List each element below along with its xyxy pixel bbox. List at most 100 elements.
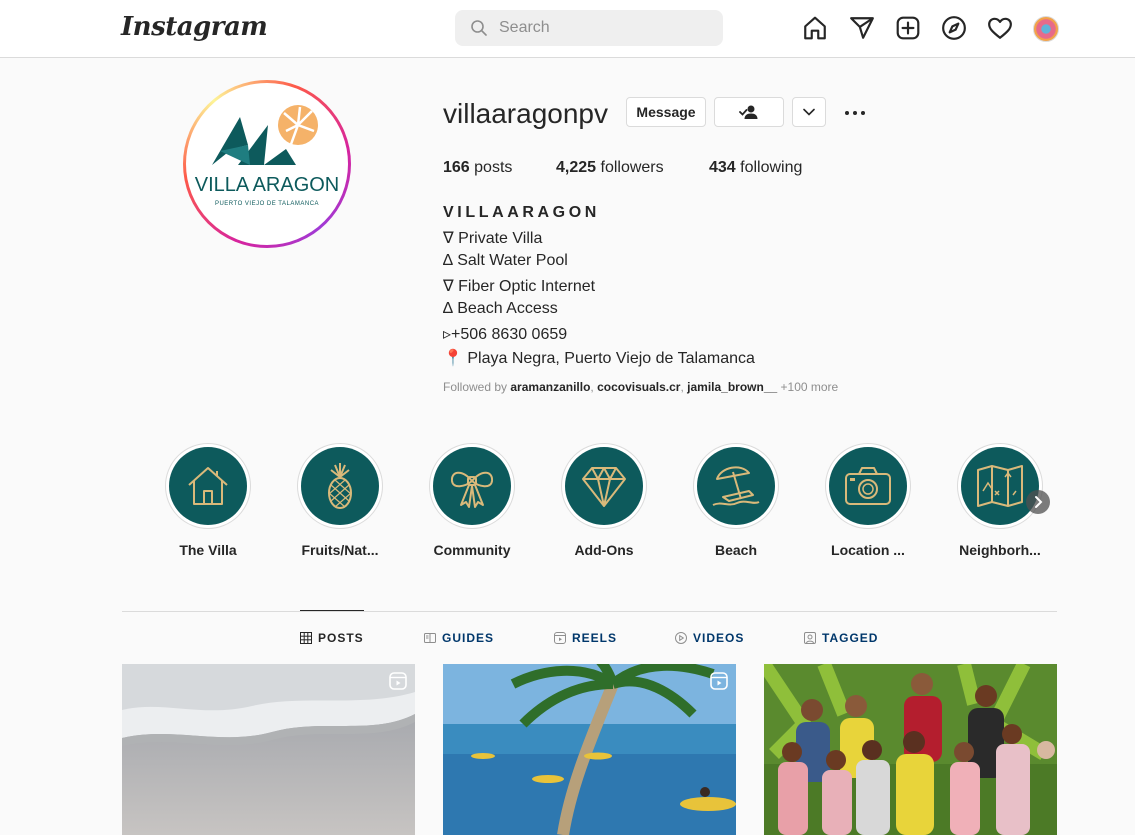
highlight-ring — [429, 443, 515, 529]
profile-picture[interactable]: VILLA ARAGON PUERTO VIEJO DE TALAMANCA — [186, 83, 348, 245]
message-button[interactable]: Message — [626, 97, 706, 127]
post-image-ocean-foam — [122, 664, 415, 835]
highlight-label: Beach — [714, 542, 758, 558]
profile-picture-ring: VILLA ARAGON PUERTO VIEJO DE TALAMANCA — [183, 80, 351, 248]
posts-count-stat: 166 posts — [443, 159, 512, 177]
highlight-ring — [957, 443, 1043, 529]
beach-umbrella-icon — [712, 466, 760, 506]
highlight-label: Neighborh... — [959, 542, 1041, 558]
tab-tagged[interactable]: TAGGED — [804, 630, 878, 646]
posts-label: posts — [469, 159, 513, 176]
bio-line: ▹+506 8630 0659 — [443, 326, 568, 343]
followed-by-more: +100 more — [777, 380, 839, 394]
activity-heart-icon[interactable] — [987, 15, 1013, 41]
highlight-cover — [565, 447, 643, 525]
post-thumbnail[interactable] — [443, 664, 736, 835]
bio-line: ∆ Beach Access — [443, 300, 558, 317]
search-input[interactable] — [499, 10, 709, 46]
following-label: following — [735, 159, 803, 176]
tab-label: VIDEOS — [693, 631, 745, 645]
highlight-cover — [829, 447, 907, 525]
highlight-fruits[interactable]: Fruits/Nat... — [296, 443, 384, 558]
post-thumbnail[interactable] — [122, 664, 415, 835]
following-count: 434 — [709, 159, 736, 176]
reels-icon — [554, 632, 566, 644]
following-stat[interactable]: 434 following — [709, 159, 802, 177]
bio-line: ∇ Fiber Optic Internet — [443, 278, 596, 295]
highlight-the-villa[interactable]: The Villa — [164, 443, 252, 558]
house-icon — [188, 467, 228, 505]
highlight-ring — [297, 443, 383, 529]
search-icon — [471, 20, 487, 36]
highlight-ring — [165, 443, 251, 529]
tagged-icon — [804, 632, 816, 644]
home-icon[interactable] — [802, 15, 828, 41]
highlight-label: Add-Ons — [574, 542, 634, 558]
chevron-down-icon — [803, 108, 815, 116]
highlight-cover — [433, 447, 511, 525]
suggested-accounts-dropdown-button[interactable] — [792, 97, 826, 127]
top-navigation-bar: Instagram — [0, 0, 1135, 58]
profile-avatar[interactable] — [1033, 16, 1059, 42]
tab-label: POSTS — [318, 631, 364, 645]
guides-icon — [424, 633, 436, 643]
tab-label: REELS — [572, 631, 618, 645]
tab-videos[interactable]: VIDEOS — [675, 630, 744, 646]
highlight-label: The Villa — [179, 542, 237, 558]
new-post-icon[interactable] — [895, 15, 921, 41]
tabs-divider — [122, 611, 1057, 612]
posts-count: 166 — [443, 159, 470, 176]
follower-username[interactable]: cocovisuals.cr — [597, 380, 680, 394]
post-image-palm-kayaks — [443, 664, 736, 835]
camera-icon — [845, 467, 891, 505]
chevron-right-icon — [1035, 496, 1043, 508]
highlight-ring — [693, 443, 779, 529]
search-box[interactable] — [455, 10, 723, 46]
tab-posts[interactable]: POSTS — [300, 630, 364, 646]
bio-full-name: VILLAARAGON — [443, 204, 600, 221]
highlight-ring — [825, 443, 911, 529]
instagram-logo[interactable]: Instagram — [121, 12, 268, 42]
map-icon — [977, 465, 1023, 507]
follower-username[interactable]: aramanzanillo — [510, 380, 590, 394]
highlight-label: Fruits/Nat... — [301, 542, 379, 558]
tab-guides[interactable]: GUIDES — [424, 630, 494, 646]
post-thumbnail[interactable] — [764, 664, 1057, 835]
highlight-add-ons[interactable]: Add-Ons — [560, 443, 648, 558]
bio-line: ∆ Salt Water Pool — [443, 252, 568, 269]
followers-label: followers — [596, 159, 664, 176]
highlight-community[interactable]: Community — [428, 443, 516, 558]
following-check-person-icon — [739, 105, 758, 119]
followers-stat[interactable]: 4,225 followers — [556, 159, 664, 177]
highlight-ring — [561, 443, 647, 529]
explore-icon[interactable] — [941, 15, 967, 41]
pineapple-icon — [328, 463, 352, 509]
highlights-next-button[interactable] — [1026, 490, 1050, 514]
direct-message-icon[interactable] — [849, 15, 875, 41]
diamond-icon — [582, 467, 626, 507]
highlight-location[interactable]: Location ... — [824, 443, 912, 558]
bow-icon — [450, 471, 494, 508]
logo-title-text: VILLA ARAGON — [195, 174, 340, 196]
highlight-label: Community — [433, 542, 511, 558]
followed-by-prefix: Followed by — [443, 380, 511, 394]
video-icon — [675, 632, 687, 644]
tab-label: GUIDES — [442, 631, 495, 645]
bio-line: ∇ Private Villa — [443, 230, 543, 247]
villa-aragon-logo-image: VILLA ARAGON PUERTO VIEJO DE TALAMANCA — [195, 105, 340, 207]
active-tab-indicator — [300, 610, 364, 611]
tab-label: TAGGED — [822, 631, 879, 645]
highlight-beach[interactable]: Beach — [692, 443, 780, 558]
more-options-icon[interactable] — [843, 101, 867, 125]
followed-by[interactable]: Followed by aramanzanillo, cocovisuals.c… — [443, 380, 838, 394]
follower-username[interactable]: jamila_brown__ — [687, 380, 777, 394]
following-button[interactable] — [714, 97, 784, 127]
bio-line: 📍 Playa Negra, Puerto Viejo de Talamanca — [443, 350, 755, 367]
highlight-cover — [301, 447, 379, 525]
highlight-label: Location ... — [831, 542, 905, 558]
tab-reels[interactable]: REELS — [554, 630, 617, 646]
profile-username: villaaragonpv — [443, 98, 608, 129]
post-image-family-group — [764, 664, 1057, 835]
reel-badge-icon — [710, 672, 728, 690]
highlight-cover — [697, 447, 775, 525]
